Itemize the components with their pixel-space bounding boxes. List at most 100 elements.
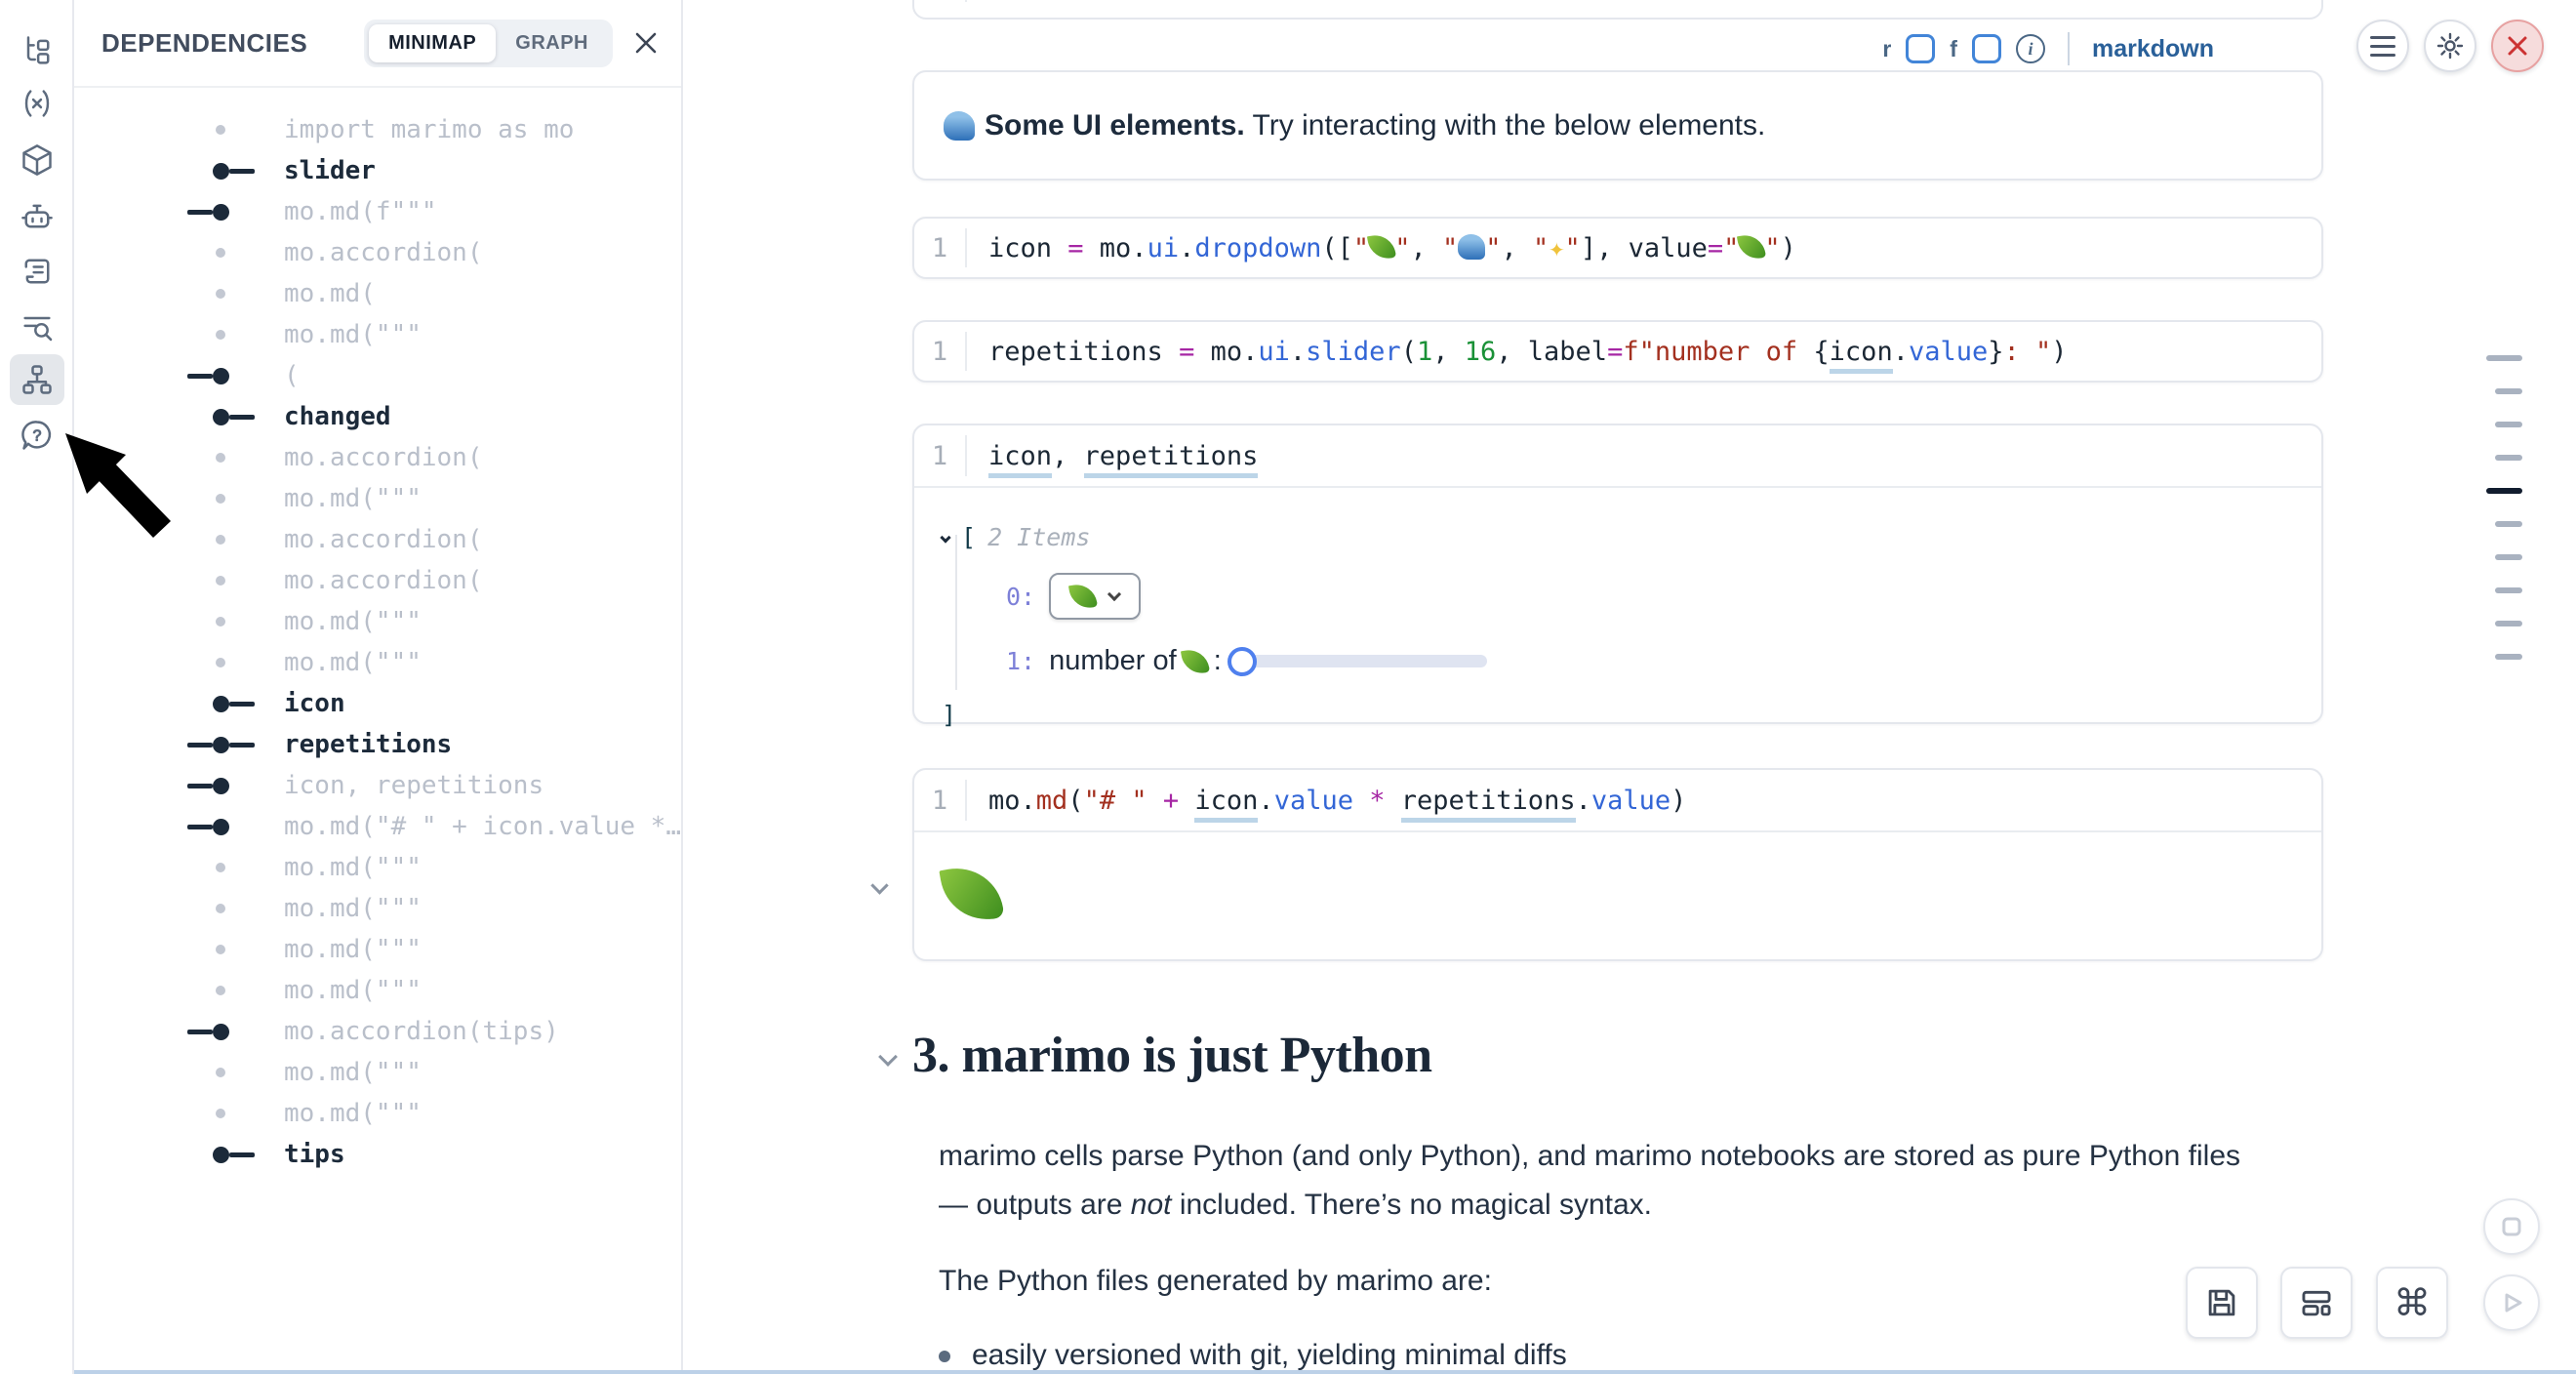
cell-marker-icon xyxy=(177,778,264,794)
cell-position-mark[interactable] xyxy=(2486,355,2522,361)
save-button[interactable] xyxy=(2186,1267,2258,1339)
cell-position-mark[interactable] xyxy=(2495,455,2522,461)
file-tree-icon[interactable] xyxy=(10,25,64,76)
code-token xyxy=(1147,786,1163,816)
close-x-icon xyxy=(2505,33,2530,59)
collapse-chevron-icon[interactable] xyxy=(940,532,950,543)
minimap-cell-row[interactable]: changed xyxy=(74,396,681,437)
slider-thumb[interactable] xyxy=(1228,647,1257,676)
minimap-cell-row[interactable]: mo.accordion( xyxy=(74,232,681,273)
leaf-emoji-icon xyxy=(1367,231,1396,261)
dependency-graph-icon[interactable] xyxy=(10,354,64,405)
code-editor-line[interactable]: icon = mo.ui.dropdown(["", "", "✦"], val… xyxy=(988,233,1796,263)
settings-button[interactable] xyxy=(2424,20,2476,72)
cell-code-preview: mo.accordion(tips) xyxy=(284,1017,559,1046)
minimap-cell-row[interactable]: slider xyxy=(74,150,681,191)
code-token xyxy=(1179,786,1194,816)
minimap-cell-row[interactable]: mo.md(""" xyxy=(74,888,681,929)
minimap-cell-row[interactable]: mo.md(""" xyxy=(74,929,681,970)
layout-button[interactable] xyxy=(2280,1267,2353,1339)
packages-cube-icon[interactable] xyxy=(10,135,64,185)
line-number: 1 xyxy=(914,441,965,471)
menu-button[interactable] xyxy=(2356,20,2409,72)
code-token: , xyxy=(1432,337,1465,367)
scratchpad-scroll-icon[interactable] xyxy=(10,246,64,297)
search-list-icon[interactable] xyxy=(10,302,64,352)
cell-position-mark[interactable] xyxy=(2495,388,2522,394)
help-icon[interactable]: ? xyxy=(10,410,64,461)
repetitions-slider[interactable] xyxy=(1228,647,1487,676)
code-token: mo. xyxy=(988,786,1036,816)
code-token: repetitions xyxy=(988,337,1179,367)
minimap-cell-row[interactable]: mo.md(""" xyxy=(74,1093,681,1134)
cell-code-preview: import marimo as mo xyxy=(284,115,574,144)
cell-position-mark[interactable] xyxy=(2495,587,2522,593)
output-collapse-chevron-icon[interactable] xyxy=(870,876,888,894)
info-icon[interactable]: i xyxy=(2016,34,2045,63)
code-variables-icon[interactable] xyxy=(10,78,64,129)
minimap-cell-row[interactable]: icon xyxy=(74,683,681,724)
minimap-cell-row[interactable]: mo.md(""" xyxy=(74,847,681,888)
minimap-cell-row[interactable]: mo.md(f""" xyxy=(74,191,681,232)
minimap-cell-row[interactable]: mo.md(""" xyxy=(74,478,681,519)
minimap-cell-row[interactable]: mo.md(""" xyxy=(74,970,681,1011)
icon-dropdown-select[interactable] xyxy=(1049,573,1141,620)
section-collapse-chevron-icon[interactable] xyxy=(878,1047,898,1067)
tab-graph[interactable]: GRAPH xyxy=(496,24,608,62)
minimap-cell-row[interactable]: mo.accordion( xyxy=(74,437,681,478)
minimap-cell-row[interactable]: mo.md(""" xyxy=(74,314,681,355)
r-toggle-icon[interactable] xyxy=(1906,34,1935,63)
minimap-cell-row[interactable]: mo.md(""" xyxy=(74,601,681,642)
cell-position-mark[interactable] xyxy=(2495,422,2522,427)
code-token: dropdown xyxy=(1194,233,1321,263)
minimap-cell-row[interactable]: icon, repetitions xyxy=(74,765,681,806)
stop-button[interactable] xyxy=(2483,1198,2540,1255)
code-editor-line[interactable]: repetitions = mo.ui.slider(1, 16, label=… xyxy=(988,337,2068,367)
code-token: ui xyxy=(1258,337,1290,367)
code-token: ) xyxy=(1670,786,1686,816)
code-token: = xyxy=(1179,337,1194,367)
minimap-cell-row[interactable]: ( xyxy=(74,355,681,396)
minimap-cell-row[interactable]: tips xyxy=(74,1134,681,1175)
code-token: icon xyxy=(1194,786,1258,823)
cell-3-slider-code: 1 repetitions = mo.ui.slider(1, 16, labe… xyxy=(912,320,2323,383)
cell-position-mark[interactable] xyxy=(2486,488,2522,494)
cell-marker-icon xyxy=(177,409,264,425)
run-button[interactable] xyxy=(2483,1274,2540,1331)
code-token: ) xyxy=(1781,233,1796,263)
minimap-cell-row[interactable]: mo.accordion(tips) xyxy=(74,1011,681,1052)
reference-button[interactable]: r xyxy=(1882,36,1891,62)
minimap-cell-row[interactable]: mo.accordion( xyxy=(74,519,681,560)
cell-position-mark[interactable] xyxy=(2495,521,2522,527)
cell-marker-icon xyxy=(177,1068,264,1077)
code-token: 1 xyxy=(1417,337,1432,367)
minimap-cell-row[interactable]: mo.accordion( xyxy=(74,560,681,601)
minimap-cell-row[interactable]: mo.md("# " + icon.value *… xyxy=(74,806,681,847)
cell-position-mark[interactable] xyxy=(2495,554,2522,560)
cell-4-tuple: 1 icon, repetitions [ 2 Items 0: xyxy=(912,424,2323,724)
code-token: "" xyxy=(1442,233,1502,263)
minimap-cell-row[interactable]: mo.md(""" xyxy=(74,1052,681,1093)
minimap-cell-row[interactable]: import marimo as mo xyxy=(74,109,681,150)
markdown-mode-label[interactable]: markdown xyxy=(2092,35,2214,63)
cell-marker-icon xyxy=(177,289,264,299)
cell-position-mark[interactable] xyxy=(2495,621,2522,626)
code-editor-line[interactable]: icon, repetitions xyxy=(988,441,1258,471)
cell-position-mark[interactable] xyxy=(2495,654,2522,660)
f-toggle-icon[interactable] xyxy=(1972,34,2001,63)
slider-track[interactable] xyxy=(1245,655,1487,667)
fstring-button[interactable]: f xyxy=(1950,36,1957,62)
keyboard-shortcuts-button[interactable]: ⌘ xyxy=(2376,1267,2448,1339)
code-token: + xyxy=(1163,786,1179,816)
code-editor-line[interactable]: mo.md("# " + icon.value * repetitions.va… xyxy=(988,786,1686,816)
ai-robot-icon[interactable] xyxy=(10,190,64,241)
cell-code-preview: mo.md( xyxy=(284,279,376,308)
cell-1-code-clipped: 1 ** Some UI elements.** Try interacting… xyxy=(912,0,2323,20)
cell-code-preview: ( xyxy=(284,361,300,390)
minimap-cell-row[interactable]: mo.md( xyxy=(74,273,681,314)
minimap-cell-row[interactable]: mo.md(""" xyxy=(74,642,681,683)
minimap-cell-row[interactable]: repetitions xyxy=(74,724,681,765)
tab-minimap[interactable]: MINIMAP xyxy=(369,24,496,62)
close-icon[interactable] xyxy=(624,21,667,64)
shutdown-button[interactable] xyxy=(2491,20,2544,72)
